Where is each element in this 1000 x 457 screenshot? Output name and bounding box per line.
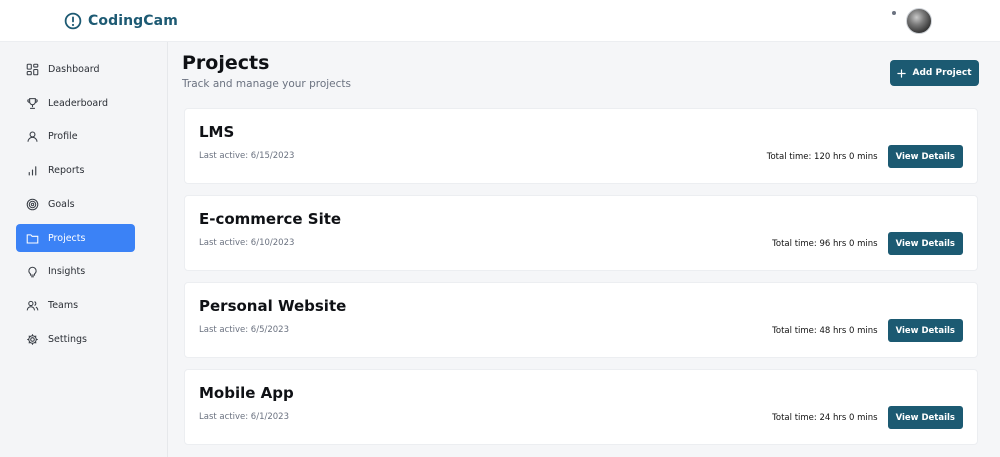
user-icon — [27, 131, 38, 142]
project-last-active: Last active: 6/5/2023 — [199, 325, 289, 335]
info-circle-icon — [64, 12, 82, 30]
sidebar-item-profile[interactable]: Profile — [16, 122, 135, 150]
project-card: LMS Last active: 6/15/2023 Total time: 1… — [184, 108, 978, 184]
project-meta: Total time: 24 hrs 0 mins View Details — [772, 406, 963, 429]
project-card: Mobile App Last active: 6/1/2023 Total t… — [184, 369, 978, 445]
user-avatar[interactable] — [906, 8, 932, 34]
plus-icon — [897, 68, 907, 78]
project-meta: Total time: 120 hrs 0 mins View Details — [767, 145, 963, 168]
folder-icon — [26, 233, 39, 243]
sidebar-item-label: Reports — [48, 164, 85, 176]
sidebar-item-label: Teams — [48, 299, 79, 311]
project-name: E-commerce Site — [199, 210, 342, 228]
project-card: Personal Website Last active: 6/5/2023 T… — [184, 282, 978, 358]
sidebar-item-label: Goals — [48, 198, 75, 210]
view-details-button[interactable]: View Details — [887, 145, 963, 168]
trophy-icon — [27, 97, 38, 109]
sidebar-item-reports[interactable]: Reports — [16, 156, 135, 184]
target-icon — [26, 198, 39, 210]
sidebar-item-settings[interactable]: Settings — [16, 325, 135, 353]
project-total-time: Total time: 120 hrs 0 mins — [766, 151, 878, 162]
project-card: E-commerce Site Last active: 6/10/2023 T… — [184, 195, 978, 271]
add-project-label: Add Project — [912, 68, 972, 78]
sidebar-item-goals[interactable]: Goals — [16, 190, 135, 218]
dashboard-icon — [26, 63, 39, 75]
sidebar: Dashboard Leaderboard Profile Reports Go… — [0, 42, 168, 457]
page-title: Projects — [182, 52, 270, 74]
lightbulb-icon — [28, 266, 37, 277]
top-header: CodingCam — [0, 0, 1000, 42]
project-last-active: Last active: 6/15/2023 — [199, 151, 295, 161]
view-details-button[interactable]: View Details — [887, 232, 963, 255]
sidebar-item-label: Insights — [48, 265, 86, 277]
view-details-button[interactable]: View Details — [887, 319, 963, 342]
project-last-active: Last active: 6/1/2023 — [199, 412, 289, 422]
sidebar-item-insights[interactable]: Insights — [16, 257, 135, 285]
sidebar-item-dashboard[interactable]: Dashboard — [16, 55, 135, 83]
project-name: Personal Website — [199, 297, 347, 315]
project-name: Mobile App — [199, 384, 294, 402]
project-name: LMS — [199, 123, 235, 141]
add-project-button[interactable]: Add Project — [890, 60, 979, 86]
gear-icon — [27, 333, 38, 345]
sidebar-item-label: Dashboard — [48, 63, 100, 75]
sidebar-item-teams[interactable]: Teams — [16, 291, 135, 319]
sidebar-item-label: Profile — [48, 130, 78, 142]
page-subtitle: Track and manage your projects — [182, 78, 351, 90]
project-meta: Total time: 48 hrs 0 mins View Details — [772, 319, 963, 342]
project-total-time: Total time: 24 hrs 0 mins — [772, 412, 878, 423]
sidebar-item-leaderboard[interactable]: Leaderboard — [16, 89, 135, 117]
project-total-time: Total time: 96 hrs 0 mins — [772, 238, 878, 249]
users-icon — [26, 300, 39, 310]
bar-chart-icon — [28, 165, 37, 176]
brand-logo[interactable]: CodingCam — [64, 11, 178, 31]
sidebar-item-projects[interactable]: Projects — [16, 224, 135, 252]
sidebar-item-label: Settings — [48, 333, 87, 345]
brand-name: CodingCam — [88, 13, 178, 29]
view-details-button[interactable]: View Details — [887, 406, 963, 429]
project-total-time: Total time: 48 hrs 0 mins — [772, 325, 878, 336]
notification-dot[interactable] — [892, 11, 896, 15]
project-last-active: Last active: 6/10/2023 — [199, 238, 295, 248]
project-meta: Total time: 96 hrs 0 mins View Details — [772, 232, 963, 255]
sidebar-item-label: Projects — [48, 232, 86, 244]
sidebar-item-label: Leaderboard — [48, 97, 109, 109]
